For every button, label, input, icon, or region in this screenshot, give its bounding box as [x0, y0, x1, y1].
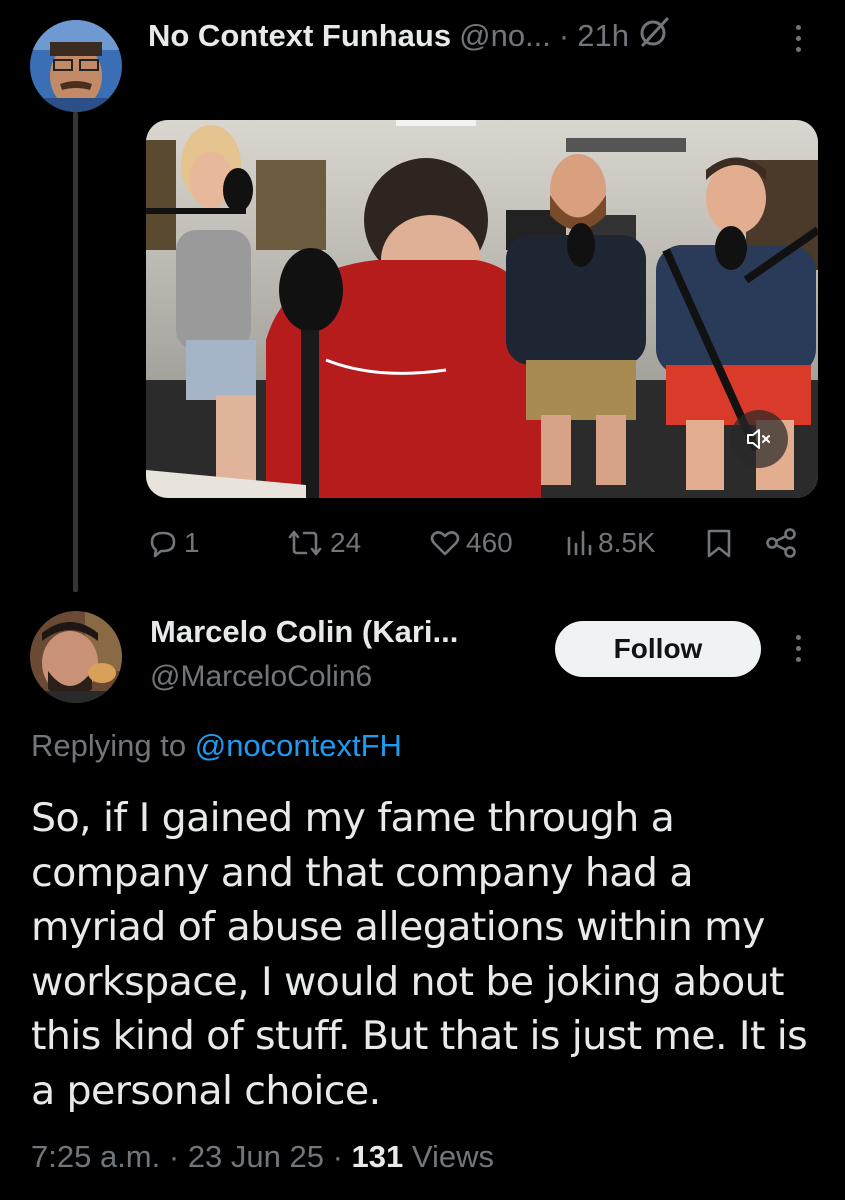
- like-count: 460: [466, 527, 513, 558]
- replying-prefix: Replying to: [31, 728, 187, 763]
- reply-views-label: Views: [411, 1139, 495, 1174]
- tweet-text-line: this kind of stuff. But that is just me.…: [31, 1013, 808, 1059]
- profile-avatar-icon: [30, 20, 122, 112]
- reply-tweet-text: So, if I gained my fame through a compan…: [31, 791, 821, 1118]
- bookmark-icon: [707, 529, 731, 558]
- reply-more-options-icon[interactable]: [783, 628, 813, 668]
- bookmark-action[interactable]: [704, 522, 734, 564]
- replying-to-line: Replying to @nocontextFH: [31, 728, 402, 764]
- repost-action[interactable]: 24: [284, 522, 361, 564]
- reply-time[interactable]: 7:25 a.m.: [31, 1139, 160, 1174]
- reply-avatar-image: [30, 611, 122, 703]
- parent-tweet-header: No Context Funhaus @no... · 21h: [148, 14, 671, 58]
- views-count: 8.5K: [598, 527, 656, 558]
- tweet-thread: No Context Funhaus @no... · 21h 1 24 460…: [0, 0, 845, 1200]
- separator-dot: ·: [168, 1139, 188, 1174]
- heart-icon: [430, 531, 460, 556]
- parent-more-options-icon[interactable]: [783, 18, 813, 58]
- tweet-text-line: myriad of abuse allegations within my: [31, 904, 765, 950]
- reply-meta-line: 7:25 a.m. · 23 Jun 25 · 131 Views: [31, 1139, 494, 1175]
- reply-views-count: 131: [351, 1139, 404, 1174]
- parent-display-name[interactable]: No Context Funhaus: [148, 18, 451, 54]
- mute-button[interactable]: [730, 410, 788, 468]
- thread-connector-line: [73, 112, 78, 592]
- replying-mention-link[interactable]: @nocontextFH: [195, 728, 402, 763]
- analytics-bars-icon: [567, 530, 592, 556]
- separator-dot: ·: [332, 1139, 352, 1174]
- reply-icon: [150, 531, 176, 558]
- views-action[interactable]: 8.5K: [564, 522, 656, 564]
- parent-video-media[interactable]: [146, 120, 818, 498]
- parent-time[interactable]: 21h: [577, 18, 629, 54]
- tweet-text-line: workspace, I would not be joking about: [31, 958, 784, 1005]
- share-icon: [766, 528, 796, 558]
- grok-slash-icon[interactable]: [637, 15, 671, 57]
- parent-action-bar: 1 24 460 8.5K: [146, 522, 806, 564]
- tweet-text-line: a personal choice.: [31, 1067, 381, 1114]
- tweet-text-line: So, if I gained my fame through a: [31, 795, 675, 841]
- follow-button[interactable]: Follow: [555, 621, 761, 677]
- reply-action[interactable]: 1: [146, 522, 200, 564]
- tweet-text-line: company and that company had a: [31, 849, 694, 896]
- repost-icon: [288, 530, 322, 556]
- video-frame-image: [146, 120, 818, 498]
- reply-date[interactable]: 23 Jun 25: [188, 1139, 324, 1174]
- parent-handle[interactable]: @no...: [459, 18, 551, 54]
- like-action[interactable]: 460: [428, 522, 513, 564]
- separator-dot: ·: [558, 18, 570, 53]
- parent-avatar[interactable]: [30, 20, 122, 112]
- reply-author-avatar[interactable]: [30, 611, 122, 703]
- speaker-muted-icon: [747, 429, 770, 449]
- reply-handle[interactable]: @MarceloColin6: [150, 660, 372, 694]
- reply-count: 1: [184, 527, 200, 558]
- repost-count: 24: [330, 527, 362, 558]
- share-action[interactable]: [764, 522, 798, 564]
- reply-display-name[interactable]: Marcelo Colin (Kari...: [150, 614, 458, 650]
